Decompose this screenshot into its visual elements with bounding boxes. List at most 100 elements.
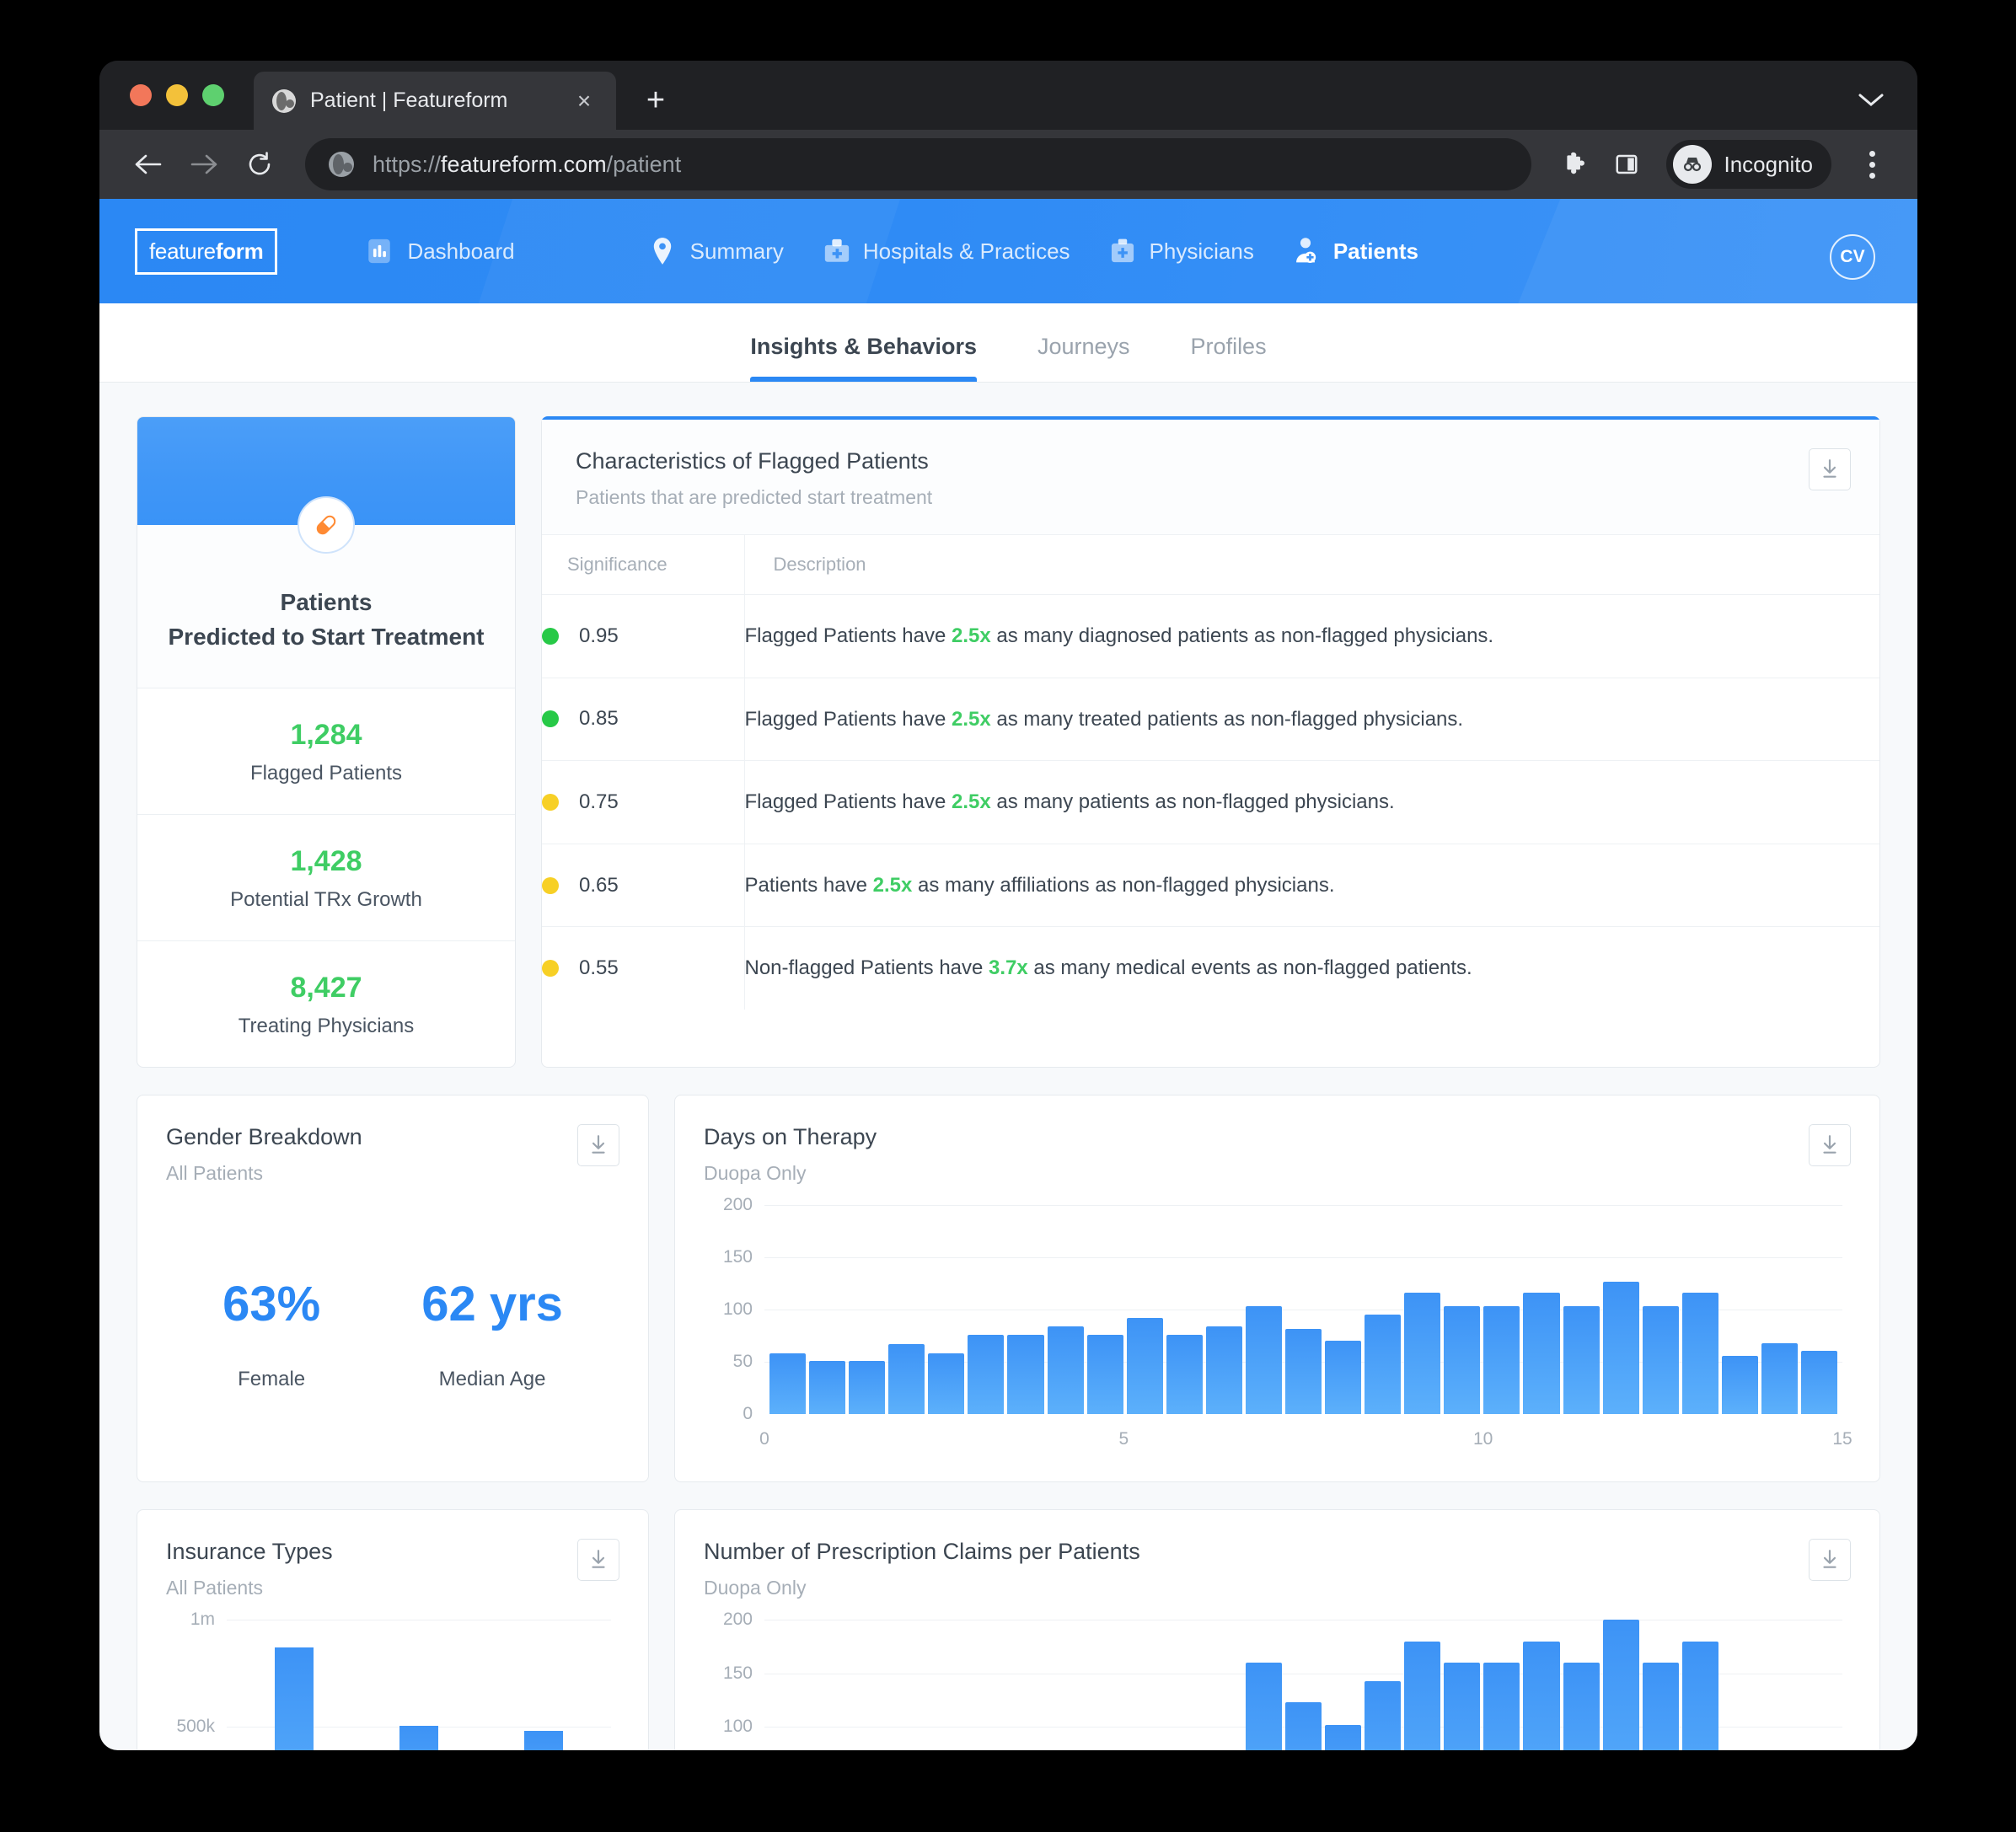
- bar[interactable]: [1285, 1701, 1322, 1750]
- table-header-row: Significance Description: [542, 535, 1879, 595]
- bar[interactable]: [1325, 1341, 1362, 1415]
- bar[interactable]: [928, 1353, 965, 1415]
- bar[interactable]: [1444, 1306, 1481, 1415]
- bar[interactable]: [1801, 1350, 1838, 1415]
- bar[interactable]: [1245, 1663, 1283, 1750]
- download-icon[interactable]: [1809, 1539, 1851, 1582]
- globe-icon: [272, 88, 296, 113]
- bar[interactable]: [1602, 1620, 1639, 1750]
- reload-button[interactable]: [236, 141, 283, 188]
- stat-label: Female: [238, 1368, 306, 1391]
- bar[interactable]: [1325, 1724, 1362, 1750]
- maximize-window-button[interactable]: [202, 84, 224, 106]
- browser-window: Patient | Featureform × + https://featur…: [99, 61, 1917, 1750]
- bar[interactable]: [1126, 1318, 1163, 1415]
- browser-tab[interactable]: Patient | Featureform ×: [254, 72, 616, 130]
- card-title: Characteristics of Flagged Patients: [576, 448, 929, 474]
- table-row[interactable]: 0.95 Flagged Patients have 2.5x as many …: [542, 594, 1879, 678]
- minimize-window-button[interactable]: [166, 84, 188, 106]
- bar[interactable]: [1404, 1641, 1441, 1750]
- back-button[interactable]: [125, 141, 172, 188]
- bar[interactable]: [1365, 1680, 1402, 1750]
- column-header-description: Description: [744, 535, 1879, 595]
- bar[interactable]: [1642, 1663, 1679, 1750]
- nav-item-physicians[interactable]: Physicians: [1109, 237, 1254, 265]
- bar[interactable]: [1602, 1281, 1639, 1415]
- bar[interactable]: [1444, 1663, 1481, 1750]
- download-icon[interactable]: [1809, 1124, 1851, 1167]
- tab-insights-behaviors[interactable]: Insights & Behaviors: [750, 334, 977, 382]
- tab-journeys[interactable]: Journeys: [1037, 334, 1130, 382]
- table-row[interactable]: 0.85 Flagged Patients have 2.5x as many …: [542, 678, 1879, 762]
- bar[interactable]: [1523, 1293, 1560, 1415]
- bar[interactable]: [275, 1647, 314, 1750]
- table-row[interactable]: 0.65 Patients have 2.5x as many affiliat…: [542, 844, 1879, 928]
- table-row[interactable]: 0.55 Non-flagged Patients have 3.7x as m…: [542, 926, 1879, 1010]
- address-bar[interactable]: https://featureform.com/patient: [305, 138, 1532, 190]
- bar[interactable]: [1681, 1641, 1718, 1750]
- nav-item-dashboard[interactable]: Dashboard: [365, 237, 515, 265]
- download-icon[interactable]: [577, 1539, 619, 1582]
- bar[interactable]: [1483, 1663, 1520, 1750]
- bar[interactable]: [1365, 1315, 1402, 1415]
- characteristics-card: Characteristics of Flagged Patients Pati…: [541, 416, 1880, 1069]
- bar[interactable]: [1761, 1342, 1799, 1415]
- status-badge: [542, 960, 559, 978]
- significance-value: 0.65: [579, 873, 619, 897]
- bar[interactable]: [809, 1360, 846, 1415]
- profile-chip[interactable]: Incognito: [1666, 140, 1831, 189]
- bar[interactable]: [1205, 1326, 1242, 1415]
- bar[interactable]: [1563, 1663, 1600, 1750]
- stat-value: 1,284: [290, 719, 362, 752]
- bar[interactable]: [1007, 1334, 1044, 1415]
- bar[interactable]: [1285, 1328, 1322, 1415]
- download-icon[interactable]: [1809, 448, 1851, 490]
- description-cell: Flagged Patients have 2.5x as many diagn…: [744, 594, 1879, 678]
- bar[interactable]: [1721, 1355, 1758, 1415]
- tab-profiles[interactable]: Profiles: [1191, 334, 1267, 382]
- bar[interactable]: [1166, 1334, 1203, 1415]
- forward-button[interactable]: [180, 141, 228, 188]
- nav-item-hospitals-practices[interactable]: Hospitals & Practices: [823, 237, 1070, 265]
- primary-nav: Summary Hospitals & Practices Physicians: [650, 237, 1418, 265]
- card-subtitle: Duopa Only: [704, 1162, 807, 1185]
- page-content: featureform Dashboard Summary Hospitals …: [99, 199, 1917, 1750]
- bar[interactable]: [888, 1344, 925, 1415]
- bar[interactable]: [1483, 1306, 1520, 1415]
- close-tab-icon[interactable]: ×: [571, 88, 598, 113]
- new-tab-button[interactable]: +: [639, 84, 673, 116]
- browser-menu-icon[interactable]: [1852, 140, 1892, 189]
- avatar[interactable]: CV: [1830, 234, 1875, 280]
- chevron-down-icon[interactable]: [1858, 88, 1884, 114]
- bar[interactable]: [849, 1360, 886, 1415]
- nav-item-summary[interactable]: Summary: [650, 237, 784, 265]
- bar[interactable]: [1681, 1293, 1718, 1415]
- bar[interactable]: [1523, 1641, 1560, 1750]
- browser-toolbar: https://featureform.com/patient Incognit…: [99, 130, 1917, 199]
- close-window-button[interactable]: [130, 84, 152, 106]
- extensions-icon[interactable]: [1555, 143, 1597, 185]
- bar[interactable]: [1245, 1306, 1283, 1415]
- side-panel-icon[interactable]: [1606, 143, 1648, 185]
- highlight-value: 2.5x: [872, 873, 913, 897]
- nav-item-patients[interactable]: Patients: [1293, 237, 1418, 265]
- card-title: Number of Prescription Claims per Patien…: [704, 1539, 1140, 1565]
- window-controls[interactable]: [130, 84, 224, 106]
- download-icon[interactable]: [577, 1124, 619, 1167]
- bar[interactable]: [769, 1353, 807, 1415]
- card-subtitle: Duopa Only: [704, 1577, 807, 1599]
- significance-value: 0.85: [579, 707, 619, 731]
- characteristics-table: Significance Description 0.95 Flagged Pa…: [542, 535, 1879, 1010]
- bar[interactable]: [1642, 1306, 1679, 1415]
- stat-treating-physicians: 8,427 Treating Physicians: [137, 941, 515, 1067]
- bar[interactable]: [968, 1334, 1005, 1415]
- table-row[interactable]: 0.75 Flagged Patients have 2.5x as many …: [542, 760, 1879, 844]
- bar[interactable]: [1563, 1306, 1600, 1415]
- featureform-logo[interactable]: featureform: [135, 228, 278, 275]
- bar[interactable]: [1404, 1293, 1441, 1415]
- bar[interactable]: [1047, 1326, 1084, 1415]
- bar[interactable]: [1086, 1334, 1123, 1415]
- bar[interactable]: [524, 1731, 563, 1750]
- card-hero: [137, 417, 515, 554]
- bar[interactable]: [399, 1725, 438, 1750]
